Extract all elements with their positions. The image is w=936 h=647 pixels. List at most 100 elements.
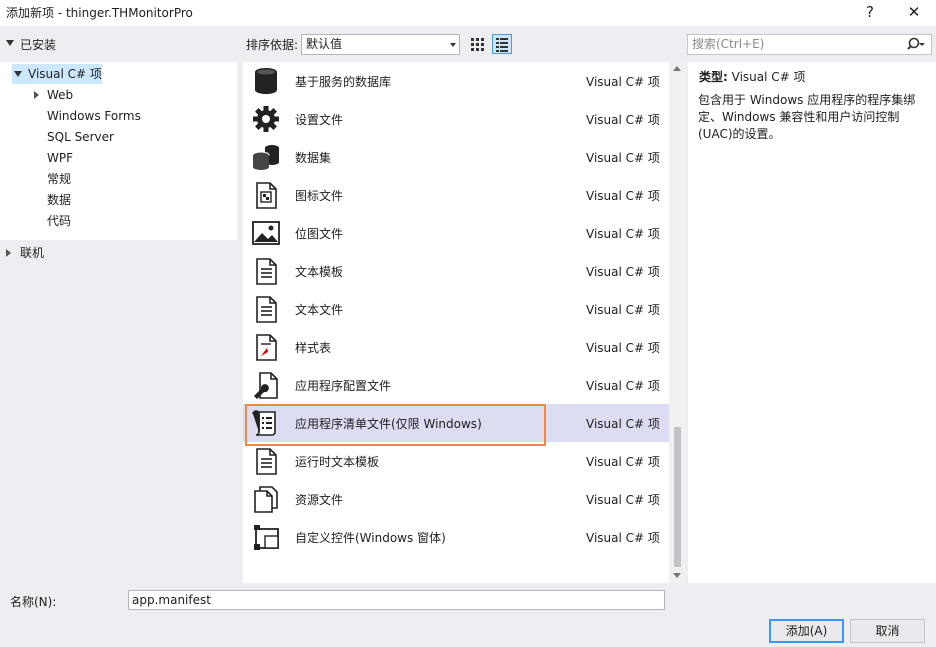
list-item[interactable]: 自定义控件(Windows 窗体) Visual C# 项 <box>243 518 669 556</box>
item-type: Visual C# 项 <box>586 227 660 241</box>
list-item-selected[interactable]: 应用程序清单文件(仅限 Windows) Visual C# 项 <box>243 404 669 442</box>
installed-label: 已安装 <box>20 38 57 52</box>
item-type: Visual C# 项 <box>586 265 660 279</box>
tree-item-windows-forms[interactable]: Windows Forms <box>47 106 141 126</box>
expand-down-icon <box>6 40 14 46</box>
item-name: 资源文件 <box>295 493 344 507</box>
type-value: Visual C# 项 <box>731 70 806 84</box>
name-input[interactable]: app.manifest <box>128 590 665 610</box>
list-item[interactable]: 位图文件 Visual C# 项 <box>243 214 669 252</box>
item-name: 数据集 <box>295 151 332 165</box>
close-button[interactable]: ✕ <box>899 1 929 23</box>
item-type: Visual C# 项 <box>586 417 660 431</box>
list-item[interactable]: 应用程序配置文件 Visual C# 项 <box>243 366 669 404</box>
tree-item-label: 联机 <box>20 246 45 260</box>
config-file-icon <box>254 372 278 399</box>
window-title: 添加新项 - thinger.THMonitorPro <box>6 6 193 20</box>
manifest-icon <box>252 410 276 436</box>
expand-down-icon <box>14 71 22 77</box>
stylesheet-icon <box>256 334 277 361</box>
type-label: 类型: <box>699 70 728 84</box>
toolbar: 已安装 排序依据: 默认值 搜索(Ctrl+E) <box>0 26 936 62</box>
list-item[interactable]: 基于服务的数据库 Visual C# 项 <box>243 62 669 100</box>
item-name: 图标文件 <box>295 189 344 203</box>
item-type: Visual C# 项 <box>586 151 660 165</box>
item-name: 文本文件 <box>295 303 344 317</box>
detail-description: 包含用于 Windows 应用程序的程序集绑定、Windows 兼容性和用户访问… <box>698 93 916 141</box>
search-input[interactable]: 搜索(Ctrl+E) <box>687 34 932 55</box>
tree-item-label: WPF <box>47 151 74 165</box>
sort-label: 排序依据: <box>246 38 299 52</box>
template-list: 基于服务的数据库 Visual C# 项 设置文件 Visual C# 项 数据… <box>243 62 669 583</box>
title-bar: 添加新项 - thinger.THMonitorPro ? ✕ <box>0 0 936 26</box>
item-name: 自定义控件(Windows 窗体) <box>295 531 446 545</box>
detail-type: 类型: Visual C# 项 <box>699 68 806 85</box>
tree-item-label: Windows Forms <box>47 109 141 123</box>
item-name: 样式表 <box>295 341 332 355</box>
name-label: 名称(N): <box>10 595 57 609</box>
tree-item-sql-server[interactable]: SQL Server <box>47 127 114 147</box>
list-item[interactable]: 资源文件 Visual C# 项 <box>243 480 669 518</box>
tree-item-visual-csharp[interactable]: Visual C# 项 <box>12 64 102 84</box>
add-button[interactable]: 添加(A) <box>769 619 844 643</box>
list-item[interactable]: 图标文件 Visual C# 项 <box>243 176 669 214</box>
tree-item-general[interactable]: 常规 <box>47 169 71 189</box>
item-type: Visual C# 项 <box>586 341 660 355</box>
search-placeholder: 搜索(Ctrl+E) <box>692 37 765 51</box>
scroll-up-icon[interactable] <box>673 66 681 71</box>
expand-right-icon <box>34 91 39 99</box>
scroll-thumb[interactable] <box>674 427 681 567</box>
dataset-icon <box>252 145 279 170</box>
tree-item-label: 代码 <box>47 214 72 228</box>
item-type: Visual C# 项 <box>586 379 660 393</box>
text-file-icon <box>256 296 277 323</box>
tree-item-label: SQL Server <box>47 130 114 144</box>
list-item[interactable]: 运行时文本模板 Visual C# 项 <box>243 442 669 480</box>
expand-right-icon <box>6 249 11 257</box>
item-name: 应用程序配置文件 <box>295 379 392 393</box>
tree-item-label: Visual C# 项 <box>28 67 102 81</box>
resource-file-icon <box>254 486 278 513</box>
list-view-icon <box>496 38 508 52</box>
tree-item-label: 常规 <box>47 172 72 186</box>
item-type: Visual C# 项 <box>586 455 660 469</box>
tree-item-code[interactable]: 代码 <box>47 211 71 231</box>
help-button[interactable]: ? <box>855 1 885 23</box>
grid-view-icon <box>471 38 484 51</box>
list-scrollbar[interactable] <box>669 62 686 583</box>
cancel-button[interactable]: 取消 <box>850 619 925 643</box>
scroll-down-icon[interactable] <box>673 573 681 578</box>
item-name: 基于服务的数据库 <box>295 75 392 89</box>
list-view-button[interactable] <box>492 34 512 54</box>
item-type: Visual C# 项 <box>586 189 660 203</box>
chevron-down-icon <box>450 43 456 47</box>
tree-item-label: Web <box>47 88 74 102</box>
image-icon <box>252 221 280 245</box>
tree-item-wpf[interactable]: WPF <box>47 148 73 168</box>
list-item[interactable]: 文本模板 Visual C# 项 <box>243 252 669 290</box>
item-type: Visual C# 项 <box>586 75 660 89</box>
item-name: 运行时文本模板 <box>295 455 380 469</box>
template-tree: Visual C# 项 Web Windows Forms SQL Server… <box>0 62 237 240</box>
list-item[interactable]: 设置文件 Visual C# 项 <box>243 100 669 138</box>
database-icon <box>255 68 277 94</box>
grid-view-button[interactable] <box>467 34 487 54</box>
tree-item-data[interactable]: 数据 <box>47 190 71 210</box>
custom-control-icon <box>254 525 279 550</box>
search-icon[interactable] <box>907 36 925 53</box>
item-name: 设置文件 <box>295 113 344 127</box>
item-type: Visual C# 项 <box>586 113 660 127</box>
list-item[interactable]: 文本文件 Visual C# 项 <box>243 290 669 328</box>
sort-dropdown[interactable]: 默认值 <box>301 34 460 55</box>
gear-icon <box>253 106 279 132</box>
item-type: Visual C# 项 <box>586 303 660 317</box>
tree-item-label: 数据 <box>47 193 72 207</box>
item-type: Visual C# 项 <box>586 531 660 545</box>
item-name: 应用程序清单文件(仅限 Windows) <box>295 417 482 431</box>
details-pane: 类型: Visual C# 项 包含用于 Windows 应用程序的程序集绑定、… <box>688 62 936 583</box>
icon-file-icon <box>256 182 277 209</box>
item-name: 文本模板 <box>295 265 344 279</box>
text-template-icon <box>256 258 277 285</box>
list-item[interactable]: 样式表 Visual C# 项 <box>243 328 669 366</box>
list-item[interactable]: 数据集 Visual C# 项 <box>243 138 669 176</box>
